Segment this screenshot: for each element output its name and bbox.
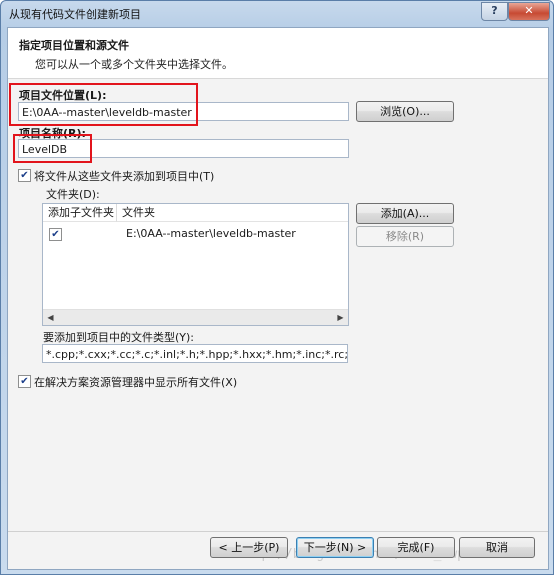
- next-button[interactable]: 下一步(N) >: [296, 537, 374, 558]
- file-types-label: 要添加到项目中的文件类型(Y):: [43, 331, 195, 344]
- browse-button[interactable]: 浏览(O)...: [356, 101, 454, 122]
- dialog-window: 从现有代码文件创建新项目 ? ✕ 指定项目位置和源文件 您可以从一个或多个文件夹…: [0, 0, 554, 575]
- close-button[interactable]: ✕: [508, 2, 550, 21]
- help-button[interactable]: ?: [481, 2, 508, 21]
- scroll-right-icon[interactable]: ▶: [333, 311, 348, 324]
- row-folder-path[interactable]: E:\0AA--master\leveldb-master: [126, 227, 296, 240]
- add-folders-checkbox[interactable]: ✔: [18, 169, 31, 182]
- finish-button[interactable]: 完成(F): [377, 537, 455, 558]
- show-all-files-checkbox[interactable]: ✔: [18, 375, 31, 388]
- page-subtitle: 您可以从一个或多个文件夹中选择文件。: [35, 58, 233, 71]
- folders-list[interactable]: 添加子文件夹 文件夹 ✔ E:\0AA--master\leveldb-mast…: [42, 203, 349, 326]
- show-all-files-label: 在解决方案资源管理器中显示所有文件(X): [34, 376, 238, 389]
- add-folders-checkbox-label: 将文件从这些文件夹添加到项目中(T): [34, 170, 215, 183]
- window-title: 从现有代码文件创建新项目: [9, 8, 141, 21]
- row-subfolders-checkbox[interactable]: ✔: [49, 228, 62, 241]
- cancel-button[interactable]: 取消: [459, 537, 535, 558]
- folders-horizontal-scrollbar[interactable]: ◀ ▶: [43, 309, 348, 325]
- column-header-subfolders[interactable]: 添加子文件夹: [43, 204, 117, 222]
- add-folder-button[interactable]: 添加(A)...: [356, 203, 454, 224]
- dialog-client-area: 指定项目位置和源文件 您可以从一个或多个文件夹中选择文件。 项目文件位置(L):…: [7, 27, 549, 570]
- scroll-left-icon[interactable]: ◀: [43, 311, 58, 324]
- folders-label: 文件夹(D):: [46, 188, 100, 201]
- footer-separator: [8, 531, 548, 532]
- highlight-box-location: [9, 83, 198, 126]
- file-types-input[interactable]: *.cpp;*.cxx;*.cc;*.c;*.inl;*.h;*.hpp;*.h…: [42, 344, 348, 363]
- wizard-header: 指定项目位置和源文件 您可以从一个或多个文件夹中选择文件。: [8, 28, 548, 79]
- remove-folder-button[interactable]: 移除(R): [356, 226, 454, 247]
- page-title: 指定项目位置和源文件: [19, 39, 129, 52]
- back-button[interactable]: < 上一步(P): [210, 537, 288, 558]
- title-bar: 从现有代码文件创建新项目 ? ✕: [1, 1, 553, 27]
- column-header-folder[interactable]: 文件夹: [117, 204, 348, 222]
- highlight-box-name: [13, 134, 92, 163]
